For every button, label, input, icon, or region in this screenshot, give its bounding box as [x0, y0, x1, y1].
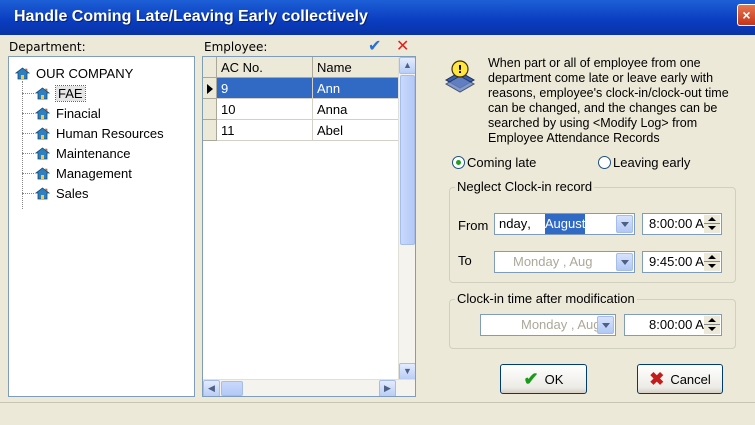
- date-segment-month: August: [544, 214, 586, 234]
- calendar-dropdown-icon[interactable]: [616, 253, 633, 271]
- tree-item-finacial[interactable]: Finacial: [22, 105, 101, 122]
- column-header-ac-no[interactable]: AC No.: [217, 57, 313, 78]
- from-time-picker[interactable]: 8:00:00 A: [642, 213, 722, 235]
- to-time-picker[interactable]: 9:45:00 A: [642, 251, 722, 273]
- table-cell-ac-no[interactable]: 10: [217, 99, 313, 120]
- close-icon[interactable]: ×: [742, 7, 750, 23]
- hscroll-thumb[interactable]: [221, 381, 243, 396]
- modified-date-picker[interactable]: Monday , Aug: [480, 314, 616, 336]
- time-value: 8:00:00 A: [649, 216, 704, 231]
- row-indicator: [203, 120, 217, 141]
- radio-leaving-early[interactable]: Leaving early: [598, 155, 690, 170]
- vertical-scrollbar[interactable]: ▲ ▼: [398, 57, 415, 380]
- radio-selected-icon[interactable]: [452, 156, 465, 169]
- modified-time-picker[interactable]: 8:00:00 AM: [624, 314, 722, 336]
- employee-label: Employee:: [204, 40, 268, 54]
- lightbulb-info-icon: !: [443, 58, 477, 96]
- tree-item-maintenance[interactable]: Maintenance: [22, 145, 131, 162]
- to-date-picker[interactable]: Monday , Aug: [494, 251, 635, 273]
- house-icon: [35, 147, 50, 160]
- department-label: Department:: [9, 40, 86, 54]
- column-header-name[interactable]: Name: [313, 57, 399, 78]
- house-icon: [35, 127, 50, 140]
- window-title: Handle Coming Late/Leaving Early collect…: [14, 8, 368, 25]
- tree-connector: [22, 81, 23, 209]
- svg-text:!: !: [457, 63, 462, 76]
- title-bar: Handle Coming Late/Leaving Early collect…: [0, 0, 755, 35]
- house-icon: [35, 87, 50, 100]
- scroll-thumb[interactable]: [400, 75, 415, 245]
- info-text: When part or all of employee from one de…: [488, 56, 729, 145]
- tree-item-label: Management: [56, 166, 132, 181]
- tree-item-label: Finacial: [56, 106, 101, 121]
- tree-item-fae[interactable]: FAE: [22, 85, 86, 102]
- house-icon: [35, 187, 50, 200]
- calendar-dropdown-icon[interactable]: [616, 215, 633, 233]
- scroll-right-icon[interactable]: ▶: [379, 380, 396, 396]
- grid-corner: [203, 57, 217, 78]
- cancel-x-icon: ✖: [649, 368, 665, 389]
- ok-button-label: OK: [544, 371, 564, 387]
- table-cell-ac-no[interactable]: 9: [217, 78, 313, 99]
- scroll-down-icon[interactable]: ▼: [399, 363, 415, 380]
- radio-label: Leaving early: [613, 155, 691, 170]
- tree-item-human-resources[interactable]: Human Resources: [22, 125, 164, 142]
- tree-item-label: FAE: [55, 85, 86, 102]
- time-value: 9:45:00 A: [649, 254, 704, 269]
- modification-group-title: Clock-in time after modification: [455, 291, 637, 306]
- house-icon: [35, 107, 50, 120]
- dialog-window: Handle Coming Late/Leaving Early collect…: [0, 0, 755, 425]
- time-spinner-icon[interactable]: [704, 253, 720, 271]
- table-cell-ac-no[interactable]: 11: [217, 120, 313, 141]
- from-date-picker[interactable]: nday , August: [494, 213, 635, 235]
- house-icon: [15, 67, 30, 80]
- scroll-left-icon[interactable]: ◀: [203, 380, 220, 396]
- cancel-button-label: Cancel: [670, 371, 711, 387]
- checkmark-icon: ✔: [523, 368, 539, 389]
- row-indicator: [203, 78, 217, 99]
- radio-coming-late[interactable]: Coming late: [452, 155, 536, 170]
- tree-root-our-company[interactable]: OUR COMPANY: [15, 65, 133, 82]
- tree-item-label: Maintenance: [56, 146, 131, 161]
- tree-item-label: Sales: [56, 186, 89, 201]
- scroll-up-icon[interactable]: ▲: [399, 57, 415, 74]
- tree-item-management[interactable]: Management: [22, 165, 132, 182]
- tree-root-label: OUR COMPANY: [36, 66, 134, 81]
- date-segment-sep: ,: [527, 216, 531, 231]
- from-label: From: [458, 218, 489, 233]
- table-cell-name[interactable]: Anna: [313, 99, 399, 120]
- employee-grid[interactable]: AC No. Name 9 Ann 10 Anna 11 Abel ▲ ▼ ◀ …: [202, 56, 416, 397]
- tree-item-sales[interactable]: Sales: [22, 185, 89, 202]
- row-indicator: [203, 99, 217, 120]
- horizontal-scrollbar[interactable]: ◀ ▶: [203, 379, 415, 396]
- tree-item-label: Human Resources: [56, 126, 164, 141]
- time-spinner-icon[interactable]: [704, 215, 720, 233]
- radio-label: Coming late: [467, 155, 537, 170]
- house-icon: [35, 167, 50, 180]
- time-spinner-icon[interactable]: [704, 316, 720, 334]
- close-button[interactable]: ×: [737, 4, 755, 26]
- status-bar: [0, 402, 755, 425]
- calendar-dropdown-icon[interactable]: [597, 316, 614, 334]
- date-value: Monday , Aug: [513, 254, 593, 269]
- table-cell-name[interactable]: Abel: [313, 120, 399, 141]
- department-tree[interactable]: OUR COMPANY FAE Finacial Human Resources…: [8, 56, 195, 397]
- clear-all-icon[interactable]: ✕: [396, 36, 409, 55]
- ok-button[interactable]: ✔ OK: [500, 364, 587, 394]
- date-segment-day: nday: [499, 216, 528, 231]
- cancel-button[interactable]: ✖ Cancel: [637, 364, 723, 394]
- to-label: To: [458, 253, 472, 268]
- radio-unselected-icon[interactable]: [598, 156, 611, 169]
- neglect-group-title: Neglect Clock-in record: [455, 179, 595, 194]
- date-value: Monday , Aug: [521, 317, 601, 332]
- table-cell-name[interactable]: Ann: [313, 78, 399, 99]
- current-row-arrow-icon: [207, 84, 213, 94]
- check-all-icon[interactable]: ✔: [368, 36, 381, 55]
